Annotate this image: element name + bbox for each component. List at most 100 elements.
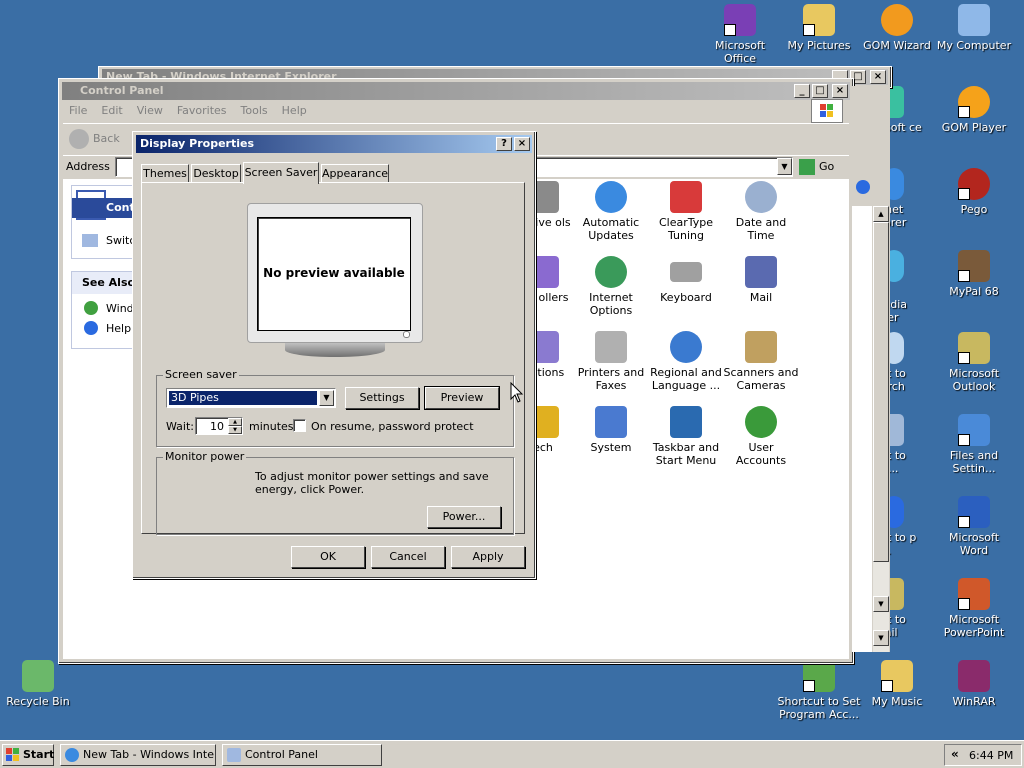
minutes-label: minutes	[249, 420, 294, 433]
system-tray: « 6:44 PM	[944, 744, 1022, 766]
desktop-icon-pego[interactable]: Pego	[936, 168, 1012, 216]
cp-item-internet-options[interactable]: Internet Options	[573, 256, 649, 317]
task-ie[interactable]: New Tab - Windows Inte...	[60, 744, 216, 766]
cp-item-label: ClearType Tuning	[658, 216, 714, 242]
computer-icon	[958, 4, 990, 36]
tab-themes[interactable]: Themes	[141, 164, 189, 182]
mypal-icon	[958, 250, 990, 282]
desktop-icon-label: Files and Settin...	[949, 449, 999, 475]
desktop-icon-winrar[interactable]: WinRAR	[936, 660, 1012, 708]
tray-expand-icon[interactable]: «	[951, 747, 959, 761]
desktop-icon-files-settings[interactable]: Files and Settin...	[936, 414, 1012, 475]
dialog-title-buttons: ? ×	[496, 137, 530, 151]
desktop-icon-gom-wizard[interactable]: GOM Wizard	[859, 4, 935, 52]
gom-player-icon	[958, 86, 990, 118]
desktop-icon-my-pictures[interactable]: My Pictures	[781, 4, 857, 52]
desktop-icon-word[interactable]: Microsoft Word	[936, 496, 1012, 557]
ok-button[interactable]: OK	[291, 546, 365, 568]
cp-item-cleartype-tuning[interactable]: ClearType Tuning	[648, 181, 724, 242]
desktop-icon-recycle-bin[interactable]: Recycle Bin	[0, 660, 76, 708]
desktop-icon-mypal[interactable]: MyPal 68	[936, 250, 1012, 298]
menu-edit[interactable]: Edit	[101, 101, 122, 121]
tab-appearance[interactable]: Appearance	[321, 164, 389, 182]
desktop-icon-microsoft-office[interactable]: Microsoft Office	[702, 4, 778, 65]
display-properties-dialog[interactable]: Display Properties ? × Themes Desktop Sc…	[132, 131, 536, 579]
cp-item-printers-faxes[interactable]: Printers and Faxes	[573, 331, 649, 392]
menu-tools[interactable]: Tools	[241, 101, 268, 121]
stepper-down-icon[interactable]: ▼	[228, 426, 242, 434]
task-control-panel[interactable]: Control Panel	[222, 744, 382, 766]
control-panel-titlebar[interactable]: Control Panel _ □ ×	[62, 82, 850, 100]
password-protect-checkbox[interactable]	[293, 419, 306, 432]
cp-item-label: Mail	[749, 291, 773, 304]
scroll-thumb[interactable]	[873, 222, 889, 562]
folder-pictures-icon	[803, 4, 835, 36]
taskbar: Start New Tab - Windows Inte... Control …	[0, 740, 1024, 768]
tab-page-screen-saver: No preview available Screen saver 3D Pip…	[141, 182, 525, 535]
tab-screen-saver[interactable]: Screen Saver	[243, 162, 319, 184]
keyboard-icon	[670, 262, 702, 282]
scroll-up-icon[interactable]: ▲	[873, 206, 889, 222]
cp-item-scanners-cameras[interactable]: Scanners and Cameras	[723, 331, 799, 392]
gom-wizard-icon	[881, 4, 913, 36]
preview-button[interactable]: Preview	[424, 386, 500, 410]
cp-item-system[interactable]: System	[573, 406, 649, 454]
desktop-icon-powerpoint[interactable]: Microsoft PowerPoint	[936, 578, 1012, 639]
cp-item-mail[interactable]: Mail	[723, 256, 799, 304]
scroll-down-icon[interactable]: ▼	[873, 630, 889, 646]
cp-item-label: ech	[533, 441, 553, 454]
close-button[interactable]: ×	[832, 84, 848, 98]
cp-item-taskbar-start-menu[interactable]: Taskbar and Start Menu	[648, 406, 724, 467]
maximize-button[interactable]: □	[812, 84, 828, 98]
control-panel-icon	[227, 748, 241, 762]
ie-help-icon[interactable]	[856, 180, 870, 194]
close-button[interactable]: ×	[514, 137, 530, 151]
address-dropdown-icon[interactable]: ▼	[777, 158, 792, 175]
minimize-button[interactable]: _	[794, 84, 810, 98]
cp-item-user-accounts[interactable]: User Accounts	[723, 406, 799, 467]
desktop-icon-set-program-access[interactable]: Shortcut to Set Program Acc...	[776, 660, 862, 721]
monitor-screen: No preview available	[257, 217, 411, 331]
desktop-icon-outlook[interactable]: Microsoft Outlook	[936, 332, 1012, 393]
menu-help[interactable]: Help	[282, 101, 307, 121]
tab-desktop[interactable]: Desktop	[191, 164, 241, 182]
cp-item-automatic-updates[interactable]: Automatic Updates	[573, 181, 649, 242]
stepper-up-icon[interactable]: ▲	[228, 418, 242, 426]
cp-item-regional-language[interactable]: Regional and Language ...	[648, 331, 724, 392]
display-properties-titlebar[interactable]: Display Properties ? ×	[136, 135, 532, 153]
close-button[interactable]: ×	[870, 70, 886, 84]
dialog-title: Display Properties	[140, 137, 255, 150]
office-icon	[724, 4, 756, 36]
cp-item-label: Regional and Language ...	[650, 366, 722, 392]
ie-scrollbar[interactable]: ▲ ▼ ▼	[872, 206, 889, 652]
program-access-icon	[803, 660, 835, 692]
back-button[interactable]: Back	[67, 128, 120, 150]
start-button[interactable]: Start	[2, 744, 54, 766]
apply-button[interactable]: Apply	[451, 546, 525, 568]
desktop-icon-label: Microsoft PowerPoint	[943, 613, 1005, 639]
menu-bar: File Edit View Favorites Tools Help	[63, 101, 849, 121]
cancel-button[interactable]: Cancel	[371, 546, 445, 568]
cp-item-keyboard[interactable]: Keyboard	[648, 256, 724, 304]
settings-button[interactable]: Settings	[345, 387, 419, 409]
cp-item-label: Printers and Faxes	[577, 366, 645, 392]
desktop-icon-label: MyPal 68	[949, 285, 999, 298]
scroll-down-icon[interactable]: ▼	[873, 596, 889, 612]
outlook-icon	[958, 332, 990, 364]
wait-input[interactable]: 10 ▲ ▼	[195, 417, 243, 435]
power-button[interactable]: Power...	[427, 506, 501, 528]
chevron-down-icon[interactable]: ▼	[319, 390, 334, 406]
cp-item-date-time[interactable]: Date and Time	[723, 181, 799, 242]
screen-saver-select[interactable]: 3D Pipes ▼	[166, 388, 336, 408]
wait-stepper[interactable]: ▲ ▼	[228, 418, 242, 434]
help-button[interactable]: ?	[496, 137, 512, 151]
menu-view[interactable]: View	[137, 101, 163, 121]
monitor-bezel: No preview available	[247, 203, 423, 343]
desktop-icon-my-music[interactable]: My Music	[859, 660, 935, 708]
word-icon	[958, 496, 990, 528]
desktop-icon-gom-player[interactable]: GOM Player	[936, 86, 1012, 134]
menu-file[interactable]: File	[69, 101, 87, 121]
desktop-icon-my-computer[interactable]: My Computer	[936, 4, 1012, 52]
go-button[interactable]: Go	[799, 158, 834, 176]
menu-favorites[interactable]: Favorites	[177, 101, 227, 121]
